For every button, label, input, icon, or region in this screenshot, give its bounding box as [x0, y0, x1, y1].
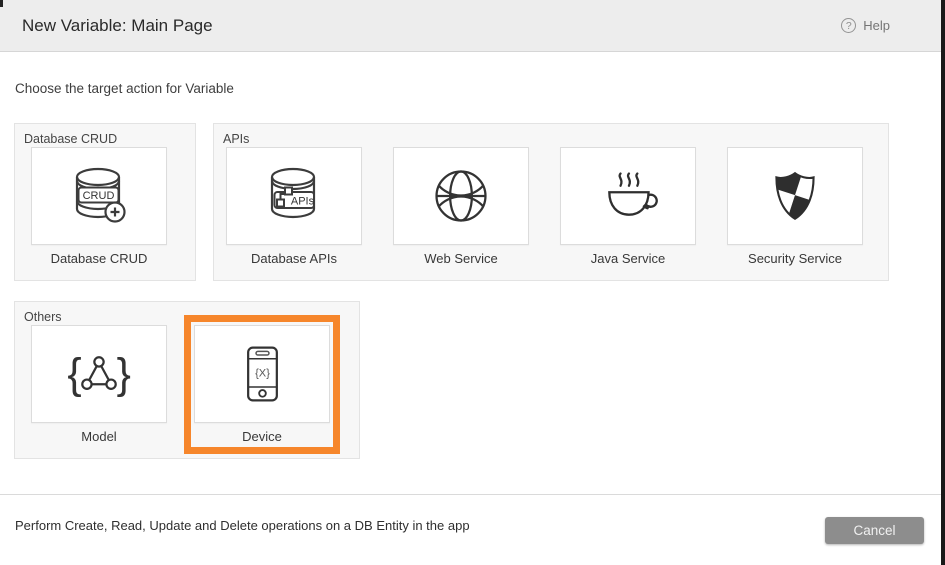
screen-right-edge — [941, 0, 945, 565]
svg-text:CRUD: CRUD — [83, 190, 115, 202]
icon-card — [560, 147, 696, 245]
java-service-coffee-icon — [598, 168, 658, 224]
database-crud-icon: CRUD — [66, 165, 132, 227]
help-label: Help — [863, 18, 890, 33]
dialog-title: New Variable: Main Page — [22, 16, 213, 36]
group-database-crud: Database CRUD CRUD — [14, 123, 196, 281]
security-service-shield-icon — [768, 167, 822, 225]
tile-security-service[interactable]: Security Service — [717, 137, 873, 276]
footer-divider — [0, 494, 945, 495]
tile-database-apis[interactable]: APIs Database APIs — [216, 137, 372, 276]
model-braces-network-icon: { } — [65, 348, 133, 400]
icon-card: { } — [31, 325, 167, 423]
tile-label: Web Service — [393, 251, 529, 266]
svg-text:{: { — [67, 350, 81, 398]
icon-card — [727, 147, 863, 245]
tiles-row: { } Model — [21, 315, 340, 454]
tile-label: Model — [31, 429, 167, 444]
page-subtitle: Choose the target action for Variable — [15, 81, 234, 96]
screen-corner-artifact — [0, 0, 3, 7]
svg-text:}: } — [117, 350, 131, 398]
tiles-row: APIs Database APIs — [216, 137, 873, 276]
group-others: Others { } Model — [14, 301, 360, 459]
help-question-icon: ? — [841, 18, 856, 33]
tile-label: Database APIs — [226, 251, 362, 266]
tile-model[interactable]: { } Model — [21, 315, 177, 454]
svg-text:APIs: APIs — [291, 196, 315, 208]
web-service-globe-icon — [432, 167, 490, 225]
tile-label: Device — [194, 429, 330, 444]
tile-database-crud[interactable]: CRUD Database CRUD — [21, 137, 177, 276]
tiles-row: CRUD Database CRUD — [21, 137, 177, 276]
tile-label: Database CRUD — [31, 251, 167, 266]
database-apis-icon: APIs — [261, 165, 327, 227]
selection-description: Perform Create, Read, Update and Delete … — [15, 518, 470, 533]
icon-card: {X} — [194, 325, 330, 423]
group-apis: APIs APIs — [213, 123, 889, 281]
tile-web-service[interactable]: Web Service — [383, 137, 539, 276]
device-phone-icon: {X} — [244, 345, 281, 403]
dialog-header: New Variable: Main Page ? Help — [0, 0, 945, 52]
tile-label: Security Service — [727, 251, 863, 266]
cancel-button[interactable]: Cancel — [825, 517, 924, 544]
icon-card: APIs — [226, 147, 362, 245]
tile-device[interactable]: {X} Device — [184, 315, 340, 454]
icon-card — [393, 147, 529, 245]
tile-label: Java Service — [560, 251, 696, 266]
new-variable-dialog: New Variable: Main Page ? Help Choose th… — [0, 0, 945, 565]
help-button[interactable]: ? Help — [841, 18, 890, 33]
svg-text:{X}: {X} — [255, 367, 270, 379]
icon-card: CRUD — [31, 147, 167, 245]
tile-java-service[interactable]: Java Service — [550, 137, 706, 276]
